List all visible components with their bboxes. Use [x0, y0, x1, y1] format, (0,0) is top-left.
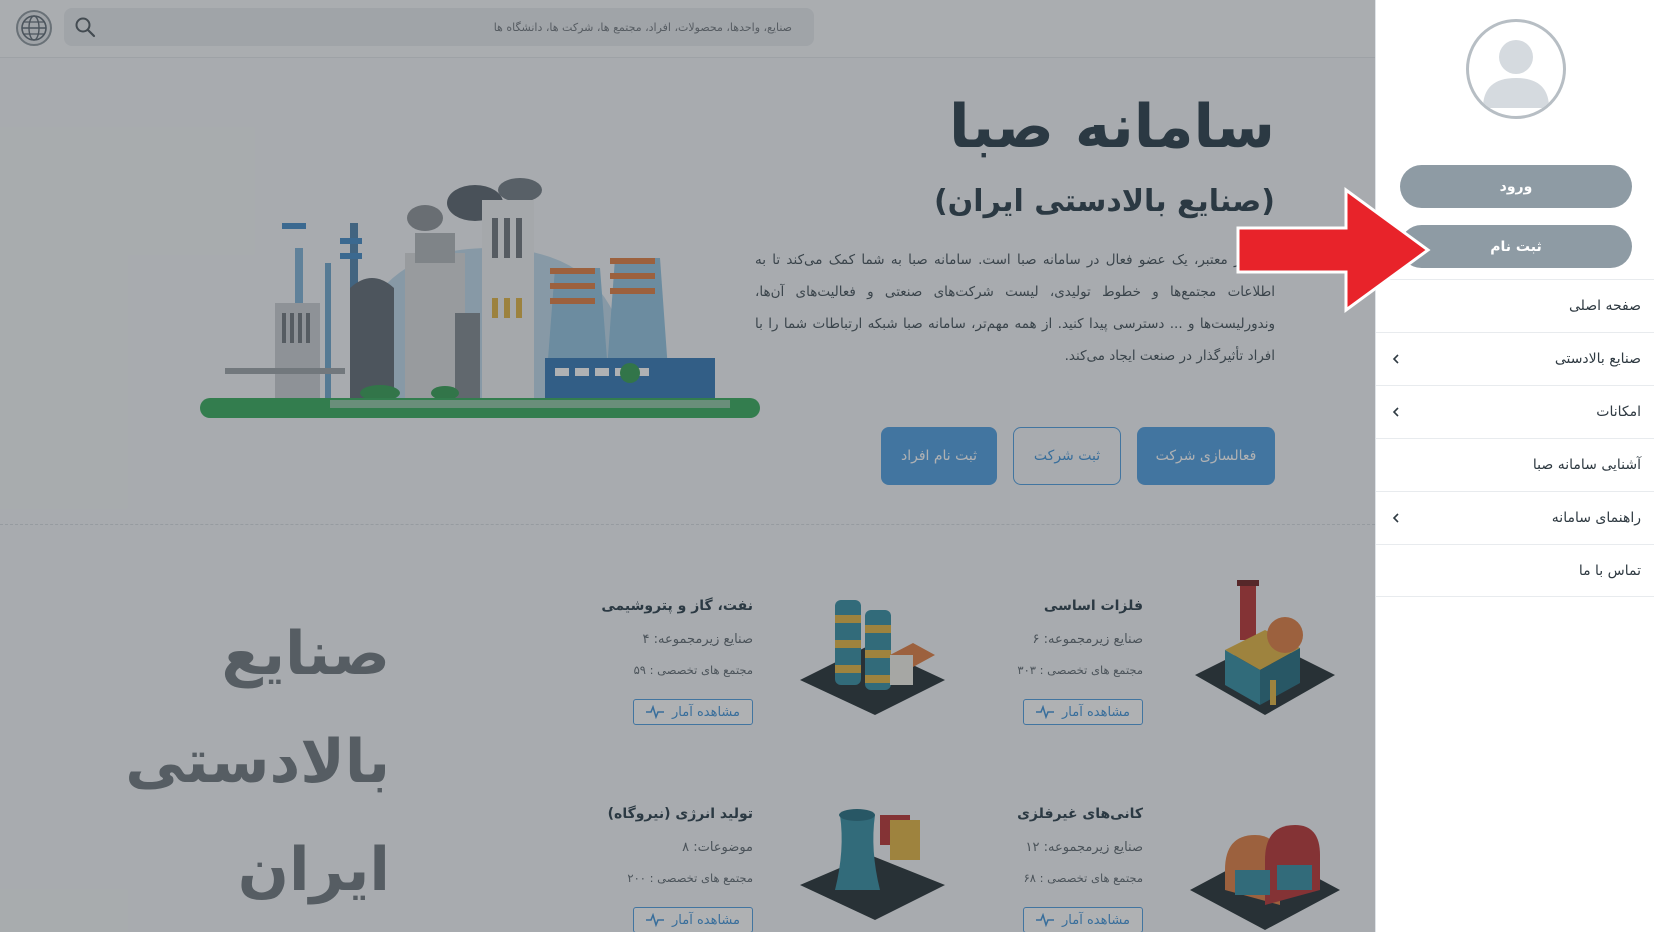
menu-item-label: امکانات — [1596, 404, 1641, 420]
user-avatar-icon — [1466, 19, 1566, 119]
menu-item-upstream-industries[interactable]: صنایع بالادستی — [1376, 332, 1654, 385]
menu-item-label: راهنمای سامانه — [1551, 510, 1641, 526]
menu-item-label: تماس با ما — [1578, 562, 1641, 579]
drawer-menu: صفحه اصلی صنایع بالادستی امکانات آشنایی … — [1376, 279, 1654, 597]
login-button[interactable]: ورود — [1400, 165, 1632, 208]
chevron-left-icon — [1392, 354, 1399, 364]
menu-item-label: آشنایی سامانه صبا — [1532, 457, 1641, 473]
main-page: سامانه صبا (صنایع بالادستی ایران) صنعتگر… — [0, 0, 1375, 932]
red-arrow — [1236, 187, 1431, 313]
menu-item-label: صفحه اصلی — [1568, 298, 1641, 314]
menu-item-features[interactable]: امکانات — [1376, 385, 1654, 438]
modal-overlay[interactable] — [0, 0, 1375, 932]
menu-item-guide[interactable]: راهنمای سامانه — [1376, 491, 1654, 544]
menu-item-about[interactable]: آشنایی سامانه صبا — [1376, 438, 1654, 491]
signup-button[interactable]: ثبت نام — [1400, 225, 1632, 268]
chevron-left-icon — [1392, 513, 1399, 523]
chevron-left-icon — [1392, 407, 1399, 417]
menu-item-contact[interactable]: تماس با ما — [1376, 544, 1654, 597]
side-drawer: ورود ثبت نام صفحه اصلی صنایع بالادستی ام… — [1375, 0, 1654, 932]
menu-item-label: صنایع بالادستی — [1554, 351, 1641, 367]
